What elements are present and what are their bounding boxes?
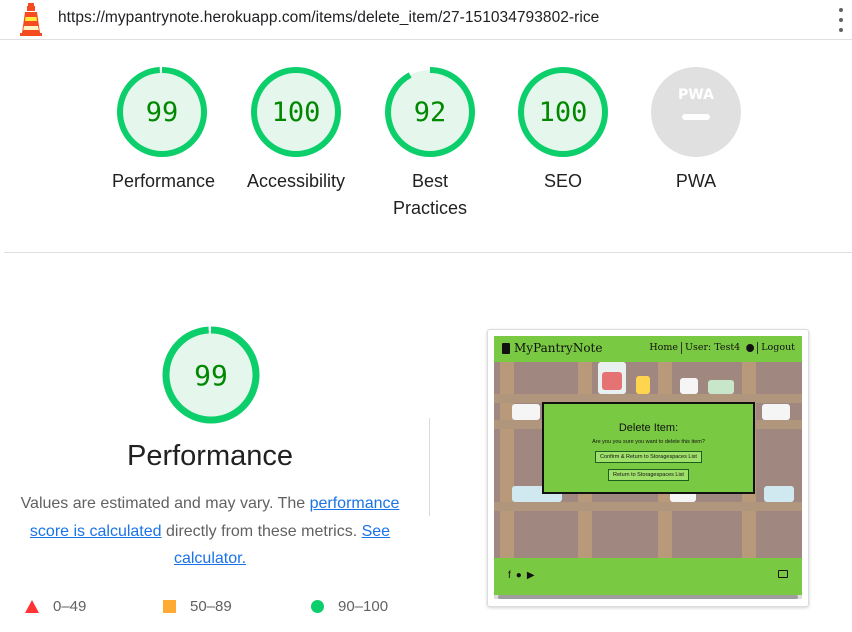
screenshot-content: MyPantryNote Home User: Test4 Logout Del… <box>494 336 802 599</box>
thumb-scrollbar <box>494 595 802 599</box>
legend-pass: 90–100 <box>311 598 388 615</box>
vertical-divider <box>429 418 430 516</box>
pinterest-icon: ● <box>515 570 522 581</box>
thumb-nav-home: Home <box>649 342 678 353</box>
category-label: Accessibility <box>246 171 346 191</box>
gauge-pwa[interactable]: PWA PWA <box>646 64 746 195</box>
gauge-performance[interactable]: 99 Performance <box>112 64 216 195</box>
thumb-brand-text: MyPantryNote <box>514 341 603 355</box>
thumb-confirm-button: Confirm & Return to Storagespaces List <box>595 451 702 463</box>
thumb-nav-links: Home User: Test4 Logout <box>646 342 798 354</box>
thumb-modal-title: Delete Item: <box>618 422 679 434</box>
score-value: 99 <box>194 359 228 392</box>
thumb-navbar: MyPantryNote Home User: Test4 Logout <box>494 336 802 362</box>
final-screenshot[interactable]: MyPantryNote Home User: Test4 Logout Del… <box>487 329 809 607</box>
thumb-nav-user: User: Test4 <box>681 342 743 354</box>
pwa-badge-text: PWA <box>678 87 714 103</box>
category-label: Performance <box>112 171 216 191</box>
performance-description: Values are estimated and may vary. The p… <box>14 490 406 573</box>
thumb-brand: MyPantryNote <box>502 341 602 355</box>
legend-fail: 0–49 <box>25 598 86 615</box>
score-gauge: 100 <box>518 67 608 157</box>
clipboard-icon <box>502 342 510 354</box>
legend-average: 50–89 <box>163 598 232 615</box>
score-value: 99 <box>146 97 179 128</box>
score-value: 100 <box>539 97 588 128</box>
more-vertical-icon[interactable] <box>836 8 846 32</box>
category-label: PWA <box>675 171 717 191</box>
score-gauge: 99 <box>117 67 207 157</box>
score-gauge: 92 <box>385 67 475 157</box>
page-url: https://mypantrynote.herokuapp.com/items… <box>58 9 600 26</box>
gauge-best-practices[interactable]: 92 Best Practices <box>380 64 480 222</box>
gauge-accessibility[interactable]: 100 Accessibility <box>246 64 346 195</box>
lighthouse-icon <box>20 3 42 36</box>
thumb-return-button: Return to Storagespaces List <box>608 469 689 481</box>
address-bar: https://mypantrynote.herokuapp.com/items… <box>0 0 852 40</box>
performance-gauge: 99 <box>162 326 260 424</box>
gear-icon <box>746 344 755 352</box>
legend-range: 50–89 <box>190 598 232 615</box>
score-value: 92 <box>414 97 447 128</box>
thumb-footer: f ● ▶ <box>494 558 802 595</box>
square-icon <box>163 600 176 613</box>
category-label: SEO <box>543 171 582 191</box>
thumb-delete-modal: Delete Item: Are you you sure you want t… <box>542 402 755 494</box>
category-label: Best Practices <box>392 171 468 218</box>
legend-range: 90–100 <box>338 598 389 615</box>
thumb-social-icons: f ● ▶ <box>508 570 535 581</box>
gauge-seo[interactable]: 100 SEO <box>513 64 613 195</box>
pwa-badge-icon: PWA <box>651 67 741 157</box>
score-value: 100 <box>272 97 321 128</box>
description-text: directly from these metrics. <box>161 522 362 540</box>
thumb-nav-logout: Logout <box>757 342 798 354</box>
section-divider <box>4 252 852 253</box>
performance-title: Performance <box>126 440 293 472</box>
circle-icon <box>311 600 324 613</box>
description-text: Values are estimated and may vary. The <box>20 495 310 512</box>
triangle-icon <box>25 600 39 613</box>
score-gauge: 100 <box>251 67 341 157</box>
facebook-icon: f <box>508 570 511 581</box>
youtube-icon: ▶ <box>526 570 535 581</box>
legend-range: 0–49 <box>53 598 87 615</box>
mail-icon <box>778 570 788 578</box>
